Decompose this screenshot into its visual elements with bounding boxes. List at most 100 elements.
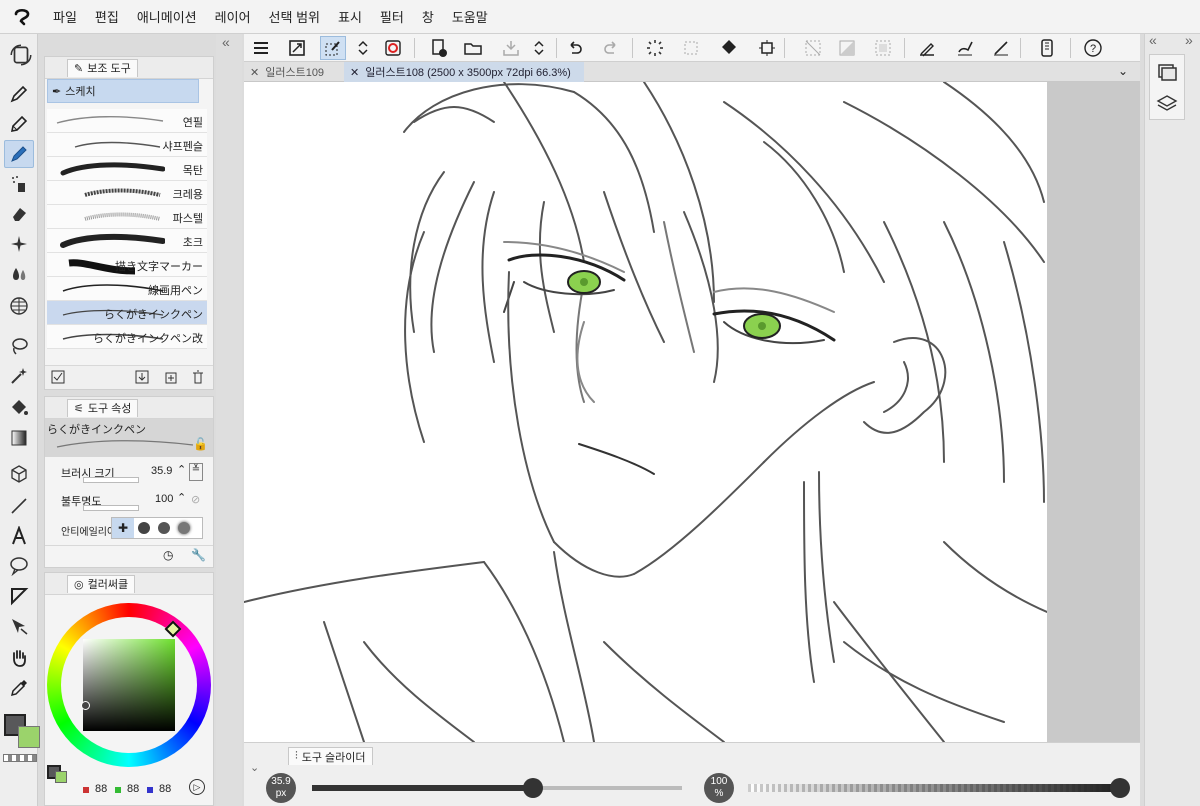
smartphone-icon[interactable] xyxy=(1034,36,1060,60)
frame-tool-icon[interactable] xyxy=(4,582,34,610)
opacity-stepper-icon[interactable]: ⌃ xyxy=(177,491,186,504)
crop-icon[interactable] xyxy=(754,36,780,60)
tab-illust108[interactable]: ✕ 일러스트108 (2500 x 3500px 72dpi 66.3%) xyxy=(344,62,584,82)
brush-item[interactable]: 연필 xyxy=(47,109,207,133)
ruler-pen-icon[interactable] xyxy=(914,36,940,60)
brush-item[interactable]: 크레용 xyxy=(47,181,207,205)
size-slider-handle[interactable] xyxy=(523,778,543,798)
menu-layer[interactable]: 레이어 xyxy=(206,7,260,26)
lasso-tool-icon[interactable] xyxy=(4,332,34,360)
grid-tool-icon[interactable] xyxy=(4,292,34,320)
line-tool-icon[interactable] xyxy=(4,492,34,520)
decoration-tool-icon[interactable] xyxy=(4,230,34,258)
rotate-canvas-icon[interactable] xyxy=(6,38,36,72)
operation-tool-icon[interactable] xyxy=(4,612,34,640)
pencil-tool-icon[interactable] xyxy=(4,110,34,138)
open-folder-icon[interactable] xyxy=(460,36,486,60)
tab-list-chevron-icon[interactable]: ⌄ xyxy=(1118,64,1128,78)
brush-stroke-icon[interactable] xyxy=(952,36,978,60)
color-picker-handle[interactable] xyxy=(81,701,90,710)
brush-size-value[interactable]: 35.9 xyxy=(151,465,172,477)
eyedropper-tool-icon[interactable] xyxy=(4,674,34,702)
speech-balloon-tool-icon[interactable] xyxy=(4,552,34,580)
invert-selection-icon[interactable] xyxy=(834,36,860,60)
toolprop-tab[interactable]: ⚟ 도구 속성 xyxy=(67,398,139,417)
collapse-chevron-icon[interactable]: ⌄ xyxy=(250,761,259,774)
antialias-weak-icon[interactable] xyxy=(138,522,150,534)
subtool-settings-icon[interactable] xyxy=(51,370,65,387)
menu-window[interactable]: 창 xyxy=(413,7,443,26)
new-file-icon[interactable] xyxy=(426,36,452,60)
eraser-tool-icon[interactable] xyxy=(4,200,34,228)
expand-arrows-icon[interactable] xyxy=(350,36,376,60)
brush-item-selected[interactable]: らくがきインクペン xyxy=(47,301,207,325)
brush-item[interactable]: 목탄 xyxy=(47,157,207,181)
menu-help[interactable]: 도움말 xyxy=(443,7,497,26)
collapse-arrows-icon[interactable]: « xyxy=(222,34,230,50)
app-logo-icon[interactable] xyxy=(0,0,44,34)
close-tab-icon[interactable]: ✕ xyxy=(350,66,359,79)
loading-spinner-icon[interactable] xyxy=(642,36,668,60)
mini-sub-swatch[interactable] xyxy=(55,771,67,783)
clock-icon[interactable]: ◷ xyxy=(163,548,173,562)
brush-item[interactable]: 샤프펜슬 xyxy=(47,133,207,157)
selection-edit-icon[interactable] xyxy=(320,36,346,60)
fill-tool-icon[interactable] xyxy=(4,394,34,422)
saturation-value-square[interactable] xyxy=(83,639,175,731)
layers-icon[interactable] xyxy=(1156,93,1178,118)
color-mode-icon[interactable]: ▷ xyxy=(189,779,205,795)
subtool-tab[interactable]: ✎ 보조 도구 xyxy=(67,58,138,77)
text-tool-icon[interactable] xyxy=(4,522,34,550)
tool-slider-tab[interactable]: ⫶ 도구 슬라이더 xyxy=(288,747,373,765)
brush-item[interactable]: らくがきインクペン改 xyxy=(47,325,207,349)
duplicate-icon[interactable] xyxy=(163,370,177,387)
3d-object-tool-icon[interactable] xyxy=(4,460,34,488)
import-icon[interactable] xyxy=(135,370,149,387)
brush-size-stepper-icon[interactable]: ⌃ xyxy=(177,463,186,476)
brush-item[interactable]: 파스텔 xyxy=(47,205,207,229)
fit-canvas-icon[interactable] xyxy=(284,36,310,60)
canvas-area[interactable] xyxy=(244,82,1140,742)
clear-icon[interactable] xyxy=(800,36,826,60)
hand-tool-icon[interactable] xyxy=(4,644,34,672)
opacity-bar[interactable] xyxy=(83,505,139,511)
menu-view[interactable]: 표시 xyxy=(329,7,371,26)
opacity-slider-handle[interactable] xyxy=(1110,778,1130,798)
menu-selection[interactable]: 선택 범위 xyxy=(260,7,329,26)
pen-tool-icon[interactable] xyxy=(4,80,34,108)
brush-item[interactable]: 描き文字マーカー xyxy=(47,253,207,277)
antialias-medium-icon[interactable] xyxy=(158,522,170,534)
collapse-arrows-icon[interactable]: » xyxy=(1185,32,1193,48)
subtool-group-sketch[interactable]: ✒ 스케치 xyxy=(47,79,199,103)
brush-item[interactable]: 線画用ペン xyxy=(47,277,207,301)
deselect-icon[interactable] xyxy=(678,36,704,60)
antialias-none-icon[interactable]: ✚ xyxy=(112,518,134,538)
navigator-icon[interactable] xyxy=(1156,61,1178,86)
close-tab-icon[interactable]: ✕ xyxy=(250,66,259,79)
airbrush-tool-icon[interactable] xyxy=(4,170,34,198)
tab-illust109[interactable]: ✕ 일러스트109 xyxy=(244,62,344,82)
pressure-toggle-icon[interactable]: ≚ xyxy=(189,463,203,481)
opacity-value[interactable]: 100 xyxy=(155,493,173,505)
drawing-canvas[interactable] xyxy=(244,82,1048,742)
trash-icon[interactable] xyxy=(191,370,205,387)
brush-tool-icon[interactable] xyxy=(4,140,34,168)
lock-icon[interactable]: 🔓 xyxy=(193,437,208,451)
opacity-lock-icon[interactable]: ⊘ xyxy=(191,493,200,506)
menu-filter[interactable]: 필터 xyxy=(371,7,413,26)
antialias-strong-icon[interactable] xyxy=(178,522,190,534)
menu-edit[interactable]: 편집 xyxy=(86,7,128,26)
selection-border-icon[interactable] xyxy=(870,36,896,60)
wrench-icon[interactable]: 🔧 xyxy=(191,548,206,562)
save-dropdown-icon[interactable] xyxy=(526,36,552,60)
blend-tool-icon[interactable] xyxy=(4,260,34,288)
hamburger-icon[interactable] xyxy=(248,36,274,60)
brush-item[interactable]: 초크 xyxy=(47,229,207,253)
help-icon[interactable]: ? xyxy=(1080,36,1106,60)
sub-color-swatch[interactable] xyxy=(18,726,40,748)
fill-selection-icon[interactable] xyxy=(716,36,742,60)
vector-line-icon[interactable] xyxy=(988,36,1014,60)
undo-icon[interactable] xyxy=(562,36,588,60)
magic-wand-tool-icon[interactable] xyxy=(4,362,34,390)
record-timelapse-icon[interactable] xyxy=(380,36,406,60)
